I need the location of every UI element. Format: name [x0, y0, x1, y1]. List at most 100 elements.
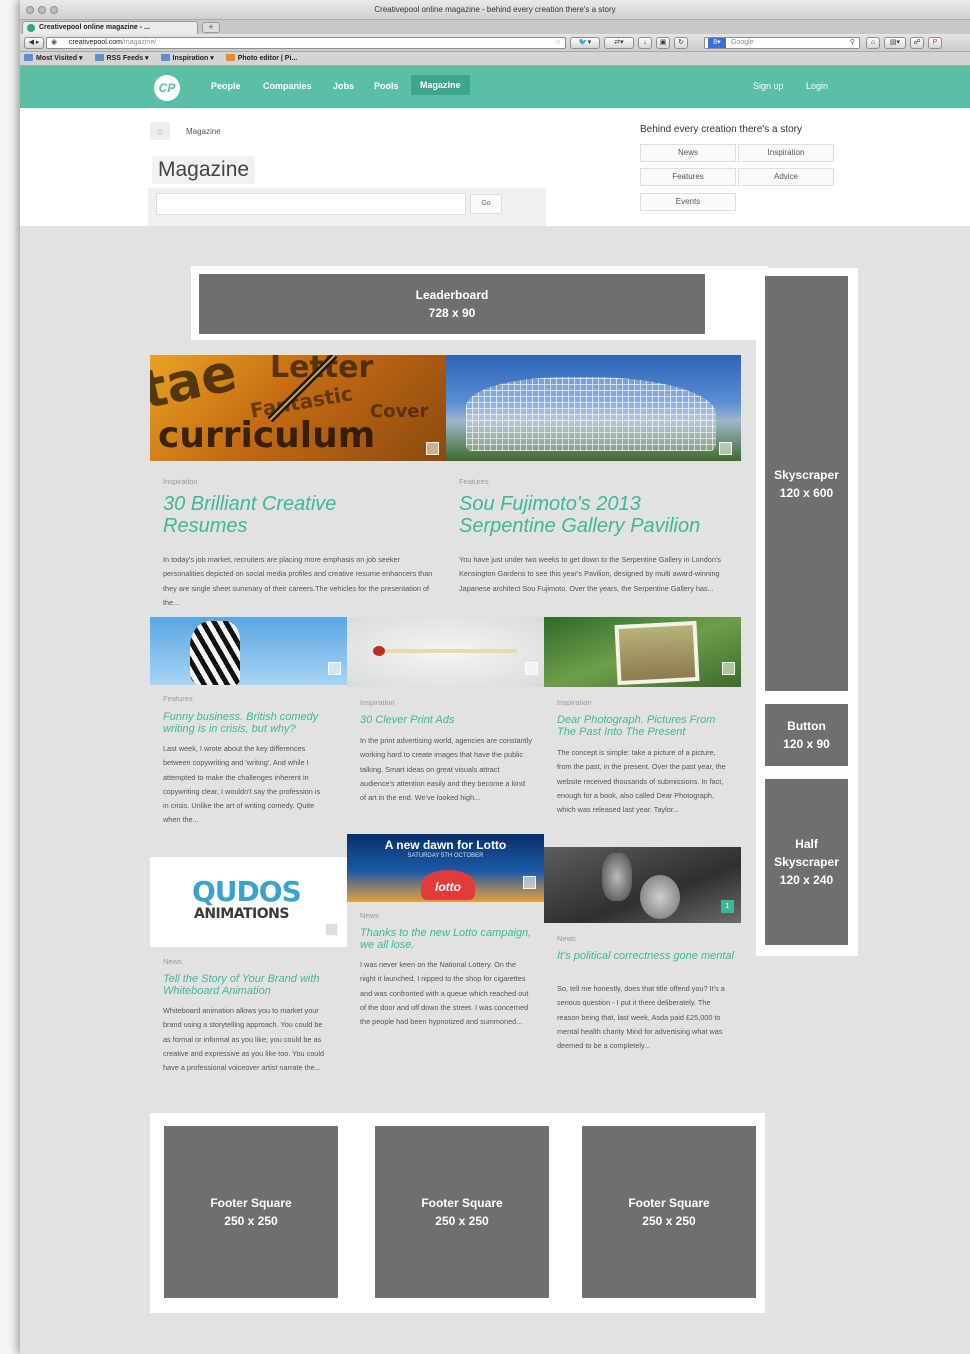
article-title[interactable]: 30 Brilliant Creative Resumes — [163, 493, 423, 538]
twitter-addon-button[interactable]: 🐦▾ — [570, 37, 600, 49]
nav-people[interactable]: People — [211, 81, 241, 91]
page-title: Magazine — [152, 156, 256, 184]
magazine-header-panel: ⌂ Magazine Magazine Go Behind every crea… — [20, 108, 970, 226]
half-skyscraper-ad[interactable]: Half Skyscraper 120 x 240 — [765, 779, 848, 945]
download-icon[interactable]: ↓ — [638, 37, 652, 49]
browser-tab[interactable]: Creativepool online magazine - ... — [22, 21, 198, 34]
article-title[interactable]: It's political correctness gone mental — [557, 950, 737, 962]
article-category[interactable]: News — [163, 957, 182, 966]
zoom-window-button[interactable] — [50, 6, 58, 14]
lotto-image[interactable]: A new dawn for Lotto SATURDAY 5TH OCTOBE… — [347, 834, 544, 902]
footer-square-ad-1[interactable]: Footer Square 250 x 250 — [164, 1126, 338, 1298]
reload-icon[interactable]: ↻ — [674, 37, 688, 49]
nav-magazine[interactable]: Magazine — [411, 75, 470, 95]
article-category[interactable]: Features — [459, 477, 489, 486]
bookmark-photo-editor[interactable]: Photo editor | Pi... — [225, 54, 297, 62]
article-title[interactable]: Thanks to the new Lotto campaign, we all… — [360, 927, 538, 952]
comment-icon[interactable] — [525, 662, 538, 675]
category-events[interactable]: Events — [640, 193, 736, 211]
address-bar[interactable]: ◉ creativepool.com/magazine/ ☆ — [46, 37, 566, 49]
category-news[interactable]: News — [640, 144, 736, 162]
minimize-window-button[interactable] — [38, 6, 46, 14]
qudos-image[interactable]: QUDOS ANIMATIONS — [150, 857, 347, 947]
home-icon[interactable]: ⌂ — [150, 122, 170, 140]
creativepool-logo[interactable]: CP — [154, 75, 180, 101]
article-excerpt: You have just under two weeks to get dow… — [459, 555, 721, 593]
go-button[interactable]: Go — [470, 194, 502, 214]
addon-button[interactable]: ⇄▾ — [604, 37, 634, 49]
match-head — [373, 646, 385, 656]
leaderboard-ad[interactable]: Leaderboard 728 x 90 — [199, 274, 705, 334]
close-window-button[interactable] — [26, 6, 34, 14]
ad-label: Half — [795, 837, 818, 851]
bookmark-star-icon[interactable]: ☆ — [555, 38, 561, 48]
article-category[interactable]: Inspiration — [360, 698, 395, 707]
ad-label: Button — [787, 719, 826, 733]
serpentine-image[interactable] — [446, 355, 741, 461]
ad-size: 120 x 90 — [783, 737, 830, 751]
magazine-search: Go — [148, 188, 546, 226]
zebra-shape — [190, 621, 240, 685]
comment-icon[interactable] — [523, 876, 536, 889]
breadcrumb[interactable]: Magazine — [186, 127, 221, 136]
url-domain: creativepool.com — [69, 39, 122, 46]
comment-icon[interactable] — [426, 442, 439, 455]
window-icon[interactable]: ▣ — [656, 37, 670, 49]
printads-image[interactable] — [347, 617, 544, 687]
article-title[interactable]: Tell the Story of Your Brand with Whiteb… — [163, 973, 343, 998]
article-title[interactable]: Dear Photograph. Pictures From The Past … — [557, 714, 737, 739]
login-link[interactable]: Login — [806, 81, 828, 91]
ad-size: 728 x 90 — [428, 306, 476, 320]
ad-label: Leaderboard — [415, 288, 489, 302]
lotto-banner-title: A new dawn for Lotto — [384, 838, 507, 852]
article-category[interactable]: News — [360, 911, 379, 920]
search-icon[interactable]: ⚲ — [850, 38, 855, 48]
extension-icon[interactable]: ☍ — [910, 37, 924, 49]
nav-jobs[interactable]: Jobs — [333, 81, 354, 91]
comment-icon[interactable] — [719, 442, 732, 455]
search-input[interactable] — [156, 193, 466, 215]
bookmark-rss-feeds[interactable]: RSS Feeds ▾ — [94, 54, 149, 62]
nav-companies[interactable]: Companies — [263, 81, 312, 91]
category-advice[interactable]: Advice — [738, 168, 834, 186]
skyscraper-ad[interactable]: Skyscraper 120 x 600 — [765, 276, 848, 691]
footer-square-ad-2[interactable]: Footer Square 250 x 250 — [375, 1126, 549, 1298]
search-placeholder: Google — [731, 39, 754, 46]
resumes-image[interactable]: tae Letter Fantastic Cover curriculum — [150, 355, 446, 461]
article-category[interactable]: Features — [163, 694, 193, 703]
article-category[interactable]: Inspiration — [163, 477, 198, 486]
article-title[interactable]: Sou Fujimoto's 2013 Serpentine Gallery P… — [459, 493, 739, 538]
photo-editor-icon — [225, 54, 235, 61]
bookmark-most-visited[interactable]: Most Visited ▾ — [24, 54, 83, 62]
article-excerpt: I was never keen on the National Lottery… — [360, 960, 529, 1027]
nav-pools[interactable]: Pools — [374, 81, 399, 91]
category-inspiration[interactable]: Inspiration — [738, 144, 834, 162]
political-image[interactable]: 1 — [544, 847, 741, 923]
ad-label: Footer Square — [210, 1196, 292, 1210]
category-features[interactable]: Features — [640, 168, 736, 186]
search-engine-bar[interactable]: 8▾ Google ⚲ — [704, 37, 860, 49]
back-forward-button[interactable]: ◀ ▸ — [24, 37, 44, 49]
photograph-image[interactable] — [544, 617, 741, 687]
comment-icon[interactable] — [325, 923, 338, 936]
signup-link[interactable]: Sign up — [753, 81, 784, 91]
pinterest-icon[interactable]: P — [928, 37, 942, 49]
ad-size: 250 x 250 — [642, 1214, 696, 1228]
footer-square-ad-3[interactable]: Footer Square 250 x 250 — [582, 1126, 756, 1298]
comment-icon[interactable] — [328, 662, 341, 675]
bookmark-inspiration[interactable]: Inspiration ▾ — [160, 54, 214, 62]
comment-count-badge[interactable]: 1 — [721, 900, 734, 913]
window-titlebar: Creativepool online magazine - behind ev… — [20, 0, 970, 20]
qudos-logo-subtext: ANIMATIONS — [194, 906, 289, 922]
home-icon[interactable]: ⌂ — [866, 37, 880, 49]
button-ad[interactable]: Button 120 x 90 — [765, 704, 848, 766]
article-category[interactable]: News — [557, 934, 576, 943]
new-tab-button[interactable]: + — [202, 22, 220, 33]
article-category[interactable]: Inspiration — [557, 698, 592, 707]
article-excerpt: In the print advertising world, agencies… — [360, 736, 532, 803]
article-title[interactable]: Funny business. British comedy writing i… — [163, 711, 343, 736]
menu-icon[interactable]: ▤▾ — [884, 37, 906, 49]
comment-icon[interactable] — [722, 662, 735, 675]
article-title[interactable]: 30 Clever Print Ads — [360, 714, 540, 726]
comedy-image[interactable] — [150, 617, 347, 685]
